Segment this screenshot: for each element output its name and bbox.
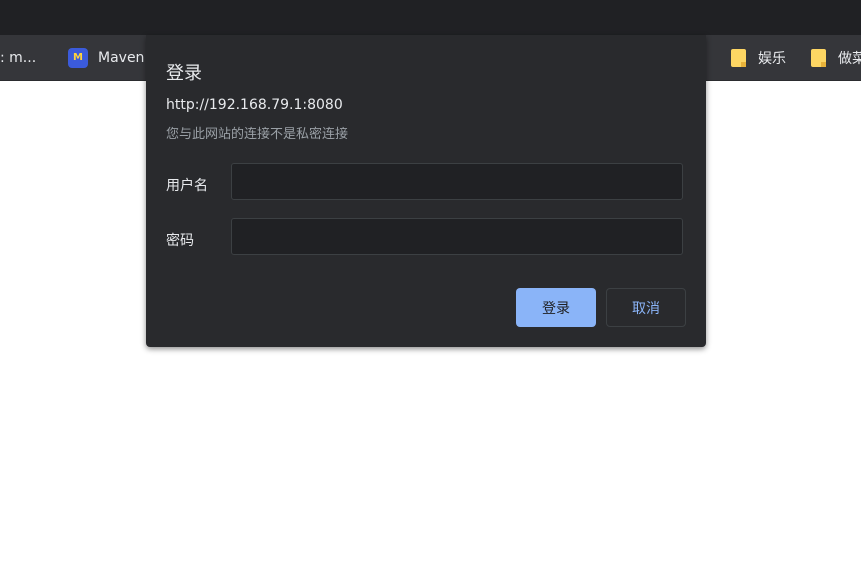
bookmark-folder-cooking[interactable]: 做菜 — [811, 35, 861, 80]
maven-icon: M — [68, 47, 88, 68]
site-url: http://192.168.79.1:8080 — [166, 97, 343, 113]
bookmark-label: : m... — [0, 49, 37, 66]
username-input[interactable] — [231, 163, 683, 200]
login-dialog: 登录 http://192.168.79.1:8080 您与此网站的连接不是私密… — [146, 35, 706, 347]
password-label: 密码 — [166, 233, 194, 249]
folder-icon — [811, 48, 826, 67]
bookmark-label: 做菜 — [838, 50, 861, 67]
bookmark-item-maven[interactable]: M Maven — [68, 35, 144, 80]
bookmark-item-m[interactable]: : m... — [0, 35, 36, 80]
cancel-button[interactable]: 取消 — [606, 288, 686, 327]
connection-warning: 您与此网站的连接不是私密连接 — [166, 127, 349, 142]
dialog-title: 登录 — [166, 63, 202, 84]
folder-icon — [731, 48, 746, 67]
bookmark-label: Maven — [98, 49, 145, 66]
username-label: 用户名 — [166, 178, 208, 194]
browser-tab-strip — [0, 0, 861, 35]
login-button[interactable]: 登录 — [516, 288, 596, 327]
password-input[interactable] — [231, 218, 683, 255]
bookmark-folder-entertainment[interactable]: 娱乐 — [731, 35, 786, 80]
bookmark-label: 娱乐 — [758, 50, 786, 67]
